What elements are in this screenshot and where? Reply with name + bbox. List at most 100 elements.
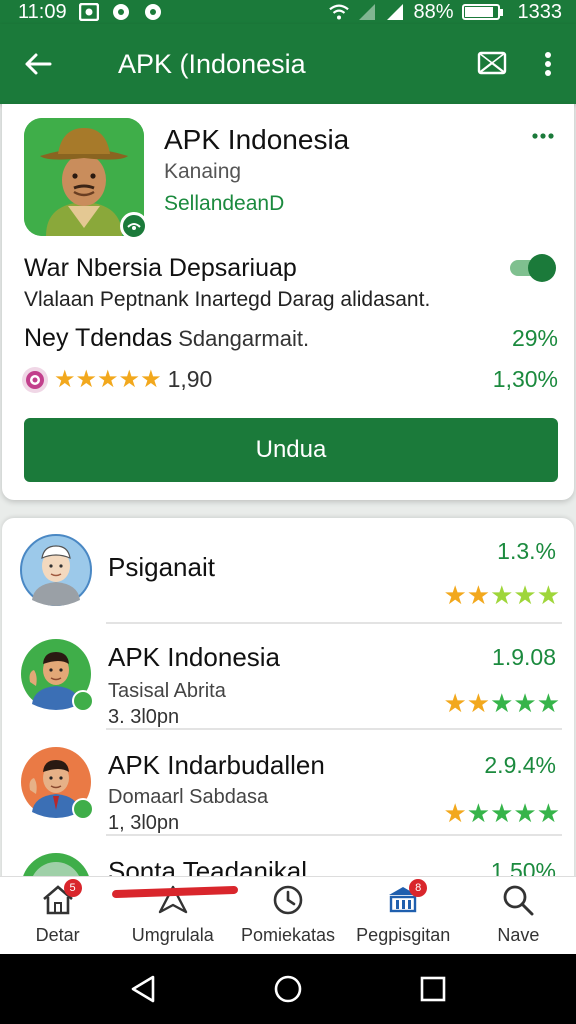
- battery-icon: [461, 4, 503, 20]
- star-icon: ★: [466, 798, 491, 828]
- search-icon: [500, 883, 536, 917]
- feature-toggle[interactable]: [508, 254, 556, 282]
- star-icon: ★: [513, 798, 537, 828]
- image-icon: [78, 3, 99, 21]
- app-icon: [24, 118, 148, 240]
- list-item-stars: ★ ★ ★ ★ ★: [443, 582, 560, 608]
- verified-badge-icon: [120, 212, 148, 240]
- star-icon: ★: [443, 580, 467, 610]
- star-icon: ★: [536, 798, 560, 828]
- record-icon: [143, 3, 163, 21]
- arrow-left-icon: [25, 53, 52, 75]
- list-item-title: APK Indonesia: [108, 642, 281, 672]
- list-item-value: 1.9.08: [492, 644, 556, 670]
- app-bar-title: APK (Indonesia: [118, 48, 306, 79]
- home-circle-icon: [274, 975, 302, 1003]
- back-button[interactable]: [0, 24, 76, 104]
- star-icon: ★: [97, 365, 119, 393]
- star-icon: ★: [443, 798, 467, 828]
- recents-square-icon: [421, 976, 446, 1002]
- notification-badge: 8: [409, 879, 428, 897]
- wifi-icon: [329, 3, 350, 21]
- list-item-subtitle: Tasisal Abrita: [108, 680, 226, 702]
- rating-percent: 1,30%: [492, 366, 558, 392]
- nav-label: Detar: [35, 925, 80, 945]
- nav-item-nave[interactable]: Nave: [461, 877, 576, 954]
- list-item[interactable]: Psiganait 1.3.% ★ ★ ★ ★ ★: [2, 518, 574, 624]
- nav-item-pegpisgitan[interactable]: 8 Pegpisgitan: [346, 877, 461, 954]
- star-icon: ★: [513, 580, 537, 610]
- list-item[interactable]: APK Indonesia Tasisal Abrita 3. 3l0pn 1.…: [2, 624, 574, 730]
- nav-label: Nave: [497, 925, 540, 945]
- nav-item-detar[interactable]: 5 Detar: [0, 877, 115, 954]
- more-horizontal-icon: [532, 133, 554, 139]
- star-icon: ★: [536, 688, 560, 718]
- star-icon: ★: [536, 580, 560, 610]
- feature-description: Vlalaan Peptnank Inartegd Darag alidasan…: [24, 288, 431, 311]
- toggle-knob: [528, 254, 556, 282]
- star-icon: ★: [513, 688, 537, 718]
- system-home-button[interactable]: [268, 969, 308, 1009]
- stat-row: Ney Tdendas Sdangarmait. 29%: [24, 324, 558, 353]
- system-recents-button[interactable]: [413, 969, 453, 1009]
- app-developer-link[interactable]: SellandeanD: [164, 192, 284, 216]
- home-icon: 5: [40, 879, 82, 917]
- system-back-button[interactable]: [123, 969, 163, 1009]
- list-item-title: APK Indarbudallen: [108, 750, 325, 780]
- list-item-meta: 3. 3l0pn: [108, 706, 180, 728]
- nav-label: Pomiekatas: [240, 925, 336, 945]
- app-list: Psiganait 1.3.% ★ ★ ★ ★ ★ APK Indonesia Tasi…: [2, 518, 574, 888]
- nav-item-pomiekatas[interactable]: Pomiekatas: [230, 877, 345, 954]
- app-bar: APK (Indonesia: [0, 24, 576, 104]
- star-icon: ★: [118, 365, 141, 393]
- stat-percent: 29%: [511, 325, 558, 351]
- record-icon: [111, 3, 131, 21]
- system-navigation-bar: [0, 954, 576, 1024]
- back-triangle-icon: [131, 975, 154, 1003]
- cast-button[interactable]: [464, 24, 520, 104]
- app-mini-icon: [22, 366, 48, 393]
- star-icon: ★: [75, 365, 98, 393]
- list-item-value: 2.9.4%: [484, 752, 556, 778]
- list-item-title: Psiganait: [108, 552, 215, 582]
- install-button[interactable]: Undua: [24, 418, 558, 482]
- avatar: [20, 534, 92, 606]
- app-name: APK Indonesia: [164, 124, 350, 155]
- signal-icon: [357, 3, 377, 21]
- battery-percent: 88%: [413, 0, 454, 23]
- online-badge-icon: [72, 798, 94, 820]
- app-detail-card: APK Indonesia Kanaing SellandeanD War Nb…: [2, 104, 574, 500]
- more-horizontal-button[interactable]: [528, 126, 558, 146]
- person-avatar-icon: [20, 534, 92, 606]
- avatar: [20, 638, 94, 712]
- list-item-value: 1.3.%: [497, 538, 556, 564]
- star-icon: ★: [466, 688, 491, 718]
- cast-icon: [477, 51, 507, 75]
- star-icon: ★: [54, 365, 76, 393]
- bottom-navigation: 5 Detar Umgrulala Pomiekatas 8 Pegpisgit…: [0, 876, 576, 954]
- status-extra-number: 1333: [517, 0, 563, 23]
- star-icon: ★: [490, 688, 514, 718]
- list-item[interactable]: APK Indarbudallen Domaarl Sabdasa 1, 3l0…: [2, 730, 574, 836]
- nav-label: Pegpisgitan: [356, 925, 451, 945]
- star-icon: ★: [443, 688, 467, 718]
- stat-label: Ney Tdendas: [24, 324, 173, 352]
- signal-icon: [385, 3, 405, 21]
- rating-value: 1,90: [167, 366, 213, 392]
- feature-title: War Nbersia Depsariuap: [24, 254, 297, 282]
- more-options-button[interactable]: [520, 24, 576, 104]
- clock-icon: [270, 883, 306, 917]
- more-vertical-icon: [545, 52, 551, 76]
- list-item-subtitle: Domaarl Sabdasa: [108, 786, 269, 808]
- online-badge-icon: [72, 690, 94, 712]
- star-icon: ★: [490, 798, 514, 828]
- star-icon: ★: [466, 580, 491, 610]
- status-time: 11:09: [18, 0, 67, 23]
- list-item-stars: ★ ★ ★ ★ ★: [443, 800, 560, 826]
- star-icon: ★: [140, 365, 162, 393]
- nav-label: Umgrulala: [131, 925, 214, 945]
- avatar: [20, 746, 94, 820]
- list-item-stars: ★ ★ ★ ★ ★: [443, 690, 560, 716]
- stat-sublabel: Sdangarmait.: [178, 326, 310, 351]
- status-bar: 11:09 88% 1333: [0, 0, 576, 24]
